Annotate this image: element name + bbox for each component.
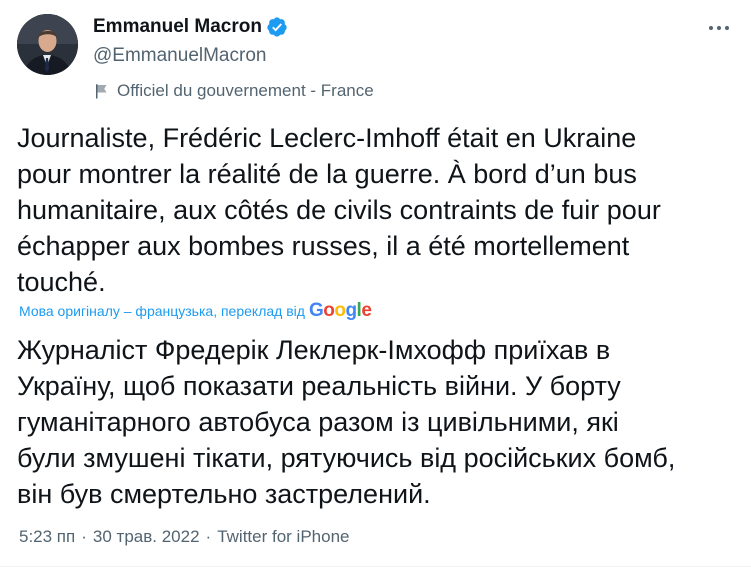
author-name[interactable]: Emmanuel Macron (93, 16, 262, 38)
tweet-source[interactable]: Twitter for iPhone (217, 527, 349, 547)
google-logo: Google (308, 300, 372, 321)
translation-note[interactable]: Мова оригіналу – французька, переклад ві… (19, 299, 372, 323)
tweet-meta: 5:23 пп · 30 трав. 2022 · Twitter for iP… (19, 526, 349, 548)
author-name-row: Emmanuel Macron (93, 14, 374, 40)
meta-separator: · (81, 527, 87, 546)
author-handle[interactable]: @EmmanuelMacron (93, 45, 374, 69)
avatar-image (17, 14, 78, 75)
tweet-text: Journaliste, Frédéric Leclerc-Imhoff éta… (17, 123, 661, 297)
author-block: Emmanuel Macron @EmmanuelMacron Officiel… (93, 14, 374, 102)
tweet-time[interactable]: 5:23 пп (19, 527, 75, 547)
meta-separator-2: · (205, 527, 212, 546)
verified-badge-icon (267, 17, 287, 37)
divider (0, 566, 751, 567)
translated-text: Журналіст Фредерік Леклерк-Імхофф приїха… (17, 335, 676, 509)
tweet-date[interactable]: 30 трав. 2022 (93, 527, 200, 547)
tweet: Emmanuel Macron @EmmanuelMacron Officiel… (0, 0, 751, 578)
government-label: Officiel du gouvernement - France (93, 80, 374, 102)
more-options-icon[interactable] (707, 18, 731, 38)
flag-icon (96, 84, 107, 99)
government-label-text: Officiel du gouvernement - France (117, 81, 374, 100)
translation-note-text: Мова оригіналу – французька, переклад ві… (19, 303, 305, 319)
avatar[interactable] (17, 14, 78, 75)
